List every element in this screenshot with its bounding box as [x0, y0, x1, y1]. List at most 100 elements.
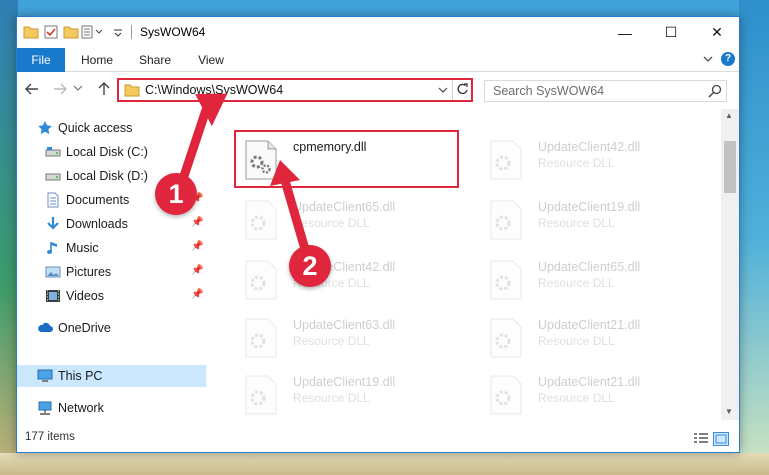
back-button[interactable]	[23, 81, 41, 99]
new-folder-icon[interactable]	[63, 24, 79, 40]
step-2-badge: 2	[289, 245, 331, 287]
file-name: UpdateClient42.dll	[538, 140, 641, 154]
address-bar[interactable]: C:\Windows\SysWOW64	[117, 78, 473, 102]
file-name: UpdateClient65.dll	[293, 200, 396, 214]
tab-view[interactable]: View	[191, 48, 231, 72]
cloud-icon	[37, 320, 53, 336]
help-icon[interactable]: ?	[721, 52, 735, 66]
vertical-scrollbar[interactable]: ▲ ▼	[721, 109, 739, 420]
sidebar-item-downloads[interactable]: Downloads 📌	[17, 213, 206, 235]
dll-file-icon	[244, 375, 278, 415]
sidebar-item-videos[interactable]: Videos 📌	[17, 285, 206, 307]
file-name: UpdateClient19.dll	[538, 200, 641, 214]
address-path[interactable]: C:\Windows\SysWOW64	[145, 83, 283, 97]
file-name: UpdateClient21.dll	[538, 375, 641, 389]
dll-file-icon	[244, 260, 278, 300]
customize-toolbar-icon[interactable]	[81, 24, 111, 40]
file-name: UpdateClient21.dll	[538, 318, 641, 332]
file-name: UpdateClient19.dll	[293, 375, 396, 389]
status-bar: 177 items	[17, 422, 739, 452]
pin-icon: 📌	[191, 289, 204, 300]
file-type: Resource DLL	[538, 156, 615, 170]
music-icon	[45, 240, 61, 256]
file-item[interactable]: UpdateClient19.dll Resource DLL	[479, 190, 709, 248]
recent-locations-chevron-icon[interactable]	[73, 81, 83, 99]
chevron-down-icon[interactable]	[113, 24, 123, 40]
maximize-button[interactable]: ☐	[648, 17, 694, 48]
sidebar-item-label: OneDrive	[58, 321, 111, 335]
file-explorer-window: SysWOW64 — ☐ ✕ File Home Share View ? C:…	[16, 16, 740, 453]
refresh-icon[interactable]	[456, 81, 470, 100]
folder-icon[interactable]	[23, 24, 39, 40]
navigation-bar: C:\Windows\SysWOW64 Search SysWOW64	[17, 73, 739, 107]
search-placeholder: Search SysWOW64	[493, 84, 605, 98]
sidebar-item-label: Downloads	[66, 217, 128, 231]
tab-home[interactable]: Home	[75, 48, 119, 72]
sidebar-item-network[interactable]: Network	[17, 397, 206, 419]
properties-check-icon[interactable]	[43, 24, 59, 40]
dll-file-icon	[489, 260, 523, 300]
sidebar-item-label: Network	[58, 401, 104, 415]
sidebar-item-music[interactable]: Music 📌	[17, 237, 206, 259]
tab-file[interactable]: File	[17, 48, 65, 72]
sidebar-item-this-pc[interactable]: This PC	[17, 365, 206, 387]
drive-icon	[45, 144, 61, 160]
sidebar-item-label: This PC	[58, 369, 103, 383]
file-item[interactable]: UpdateClient63.dll Resource DLL	[234, 308, 464, 366]
file-item[interactable]: UpdateClient65.dll Resource DLL	[234, 190, 464, 248]
up-one-level-button[interactable]	[95, 81, 113, 99]
sidebar-item-onedrive[interactable]: OneDrive	[17, 317, 206, 339]
minimize-button[interactable]: —	[602, 17, 648, 48]
window-title: SysWOW64	[140, 25, 206, 39]
file-name: UpdateClient63.dll	[293, 318, 396, 332]
sidebar-item-label: Local Disk (C:)	[66, 145, 148, 159]
file-item[interactable]: UpdateClient21.dll Resource DLL	[479, 308, 709, 366]
scroll-down-arrow-icon[interactable]: ▼	[725, 407, 733, 416]
file-item[interactable]: UpdateClient65.dll Resource DLL	[479, 250, 709, 308]
tab-share[interactable]: Share	[133, 48, 177, 72]
sidebar-item-label: Documents	[66, 193, 130, 207]
file-name: UpdateClient65.dll	[538, 260, 641, 274]
file-item[interactable]: UpdateClient19.dll Resource DLL	[234, 365, 464, 420]
expand-ribbon-icon[interactable]	[701, 53, 715, 67]
sidebar-item-local-disk-c[interactable]: Local Disk (C:)	[17, 141, 206, 163]
address-dropdown-chevron-icon[interactable]	[437, 82, 449, 101]
dll-file-icon	[244, 200, 278, 240]
step-1-badge: 1	[155, 173, 197, 215]
pin-icon: 📌	[191, 217, 204, 228]
dll-file-icon	[244, 318, 278, 358]
drive-icon	[45, 168, 61, 184]
desktop-background-right	[739, 0, 769, 475]
item-count: 177 items	[25, 431, 75, 443]
sidebar-item-label: Videos	[66, 289, 104, 303]
network-icon	[37, 400, 53, 416]
pictures-icon	[45, 264, 61, 280]
sidebar-item-pictures[interactable]: Pictures 📌	[17, 261, 206, 283]
navigation-pane: Quick access Local Disk (C:) Local Disk …	[17, 109, 206, 415]
large-icons-view-icon[interactable]	[713, 432, 729, 446]
details-view-icon[interactable]	[693, 432, 709, 446]
sidebar-item-label: Local Disk (D:)	[66, 169, 148, 183]
pin-icon: 📌	[191, 241, 204, 252]
file-type: Resource DLL	[293, 391, 370, 405]
sidebar-item-quick-access[interactable]: Quick access	[17, 117, 206, 139]
videos-icon	[45, 288, 61, 304]
file-type: Resource DLL	[538, 334, 615, 348]
dll-file-icon	[489, 375, 523, 415]
download-icon	[45, 216, 61, 232]
file-item[interactable]: UpdateClient21.dll Resource DLL	[479, 365, 709, 420]
forward-button[interactable]	[51, 81, 69, 99]
search-icon[interactable]	[707, 83, 723, 99]
file-item[interactable]: UpdateClient42.dll Resource DLL	[479, 130, 709, 188]
desktop-background-bottom	[0, 453, 769, 475]
folder-icon	[124, 84, 140, 97]
close-button[interactable]: ✕	[694, 17, 740, 48]
scroll-up-arrow-icon[interactable]: ▲	[725, 111, 733, 120]
ribbon-tabs: File Home Share View ?	[17, 48, 739, 72]
dll-file-icon	[489, 318, 523, 358]
file-item[interactable]: UpdateClient42.dll Resource DLL	[234, 250, 464, 308]
pin-icon: 📌	[191, 265, 204, 276]
scrollbar-thumb[interactable]	[724, 141, 736, 193]
dll-file-icon	[489, 140, 523, 180]
search-box[interactable]: Search SysWOW64	[484, 80, 727, 102]
